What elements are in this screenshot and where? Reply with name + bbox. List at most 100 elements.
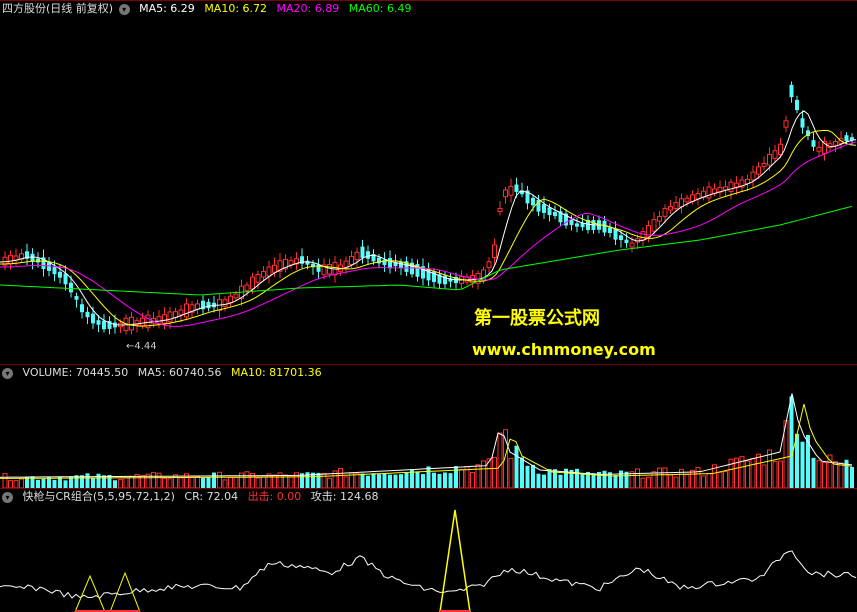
candle-body — [244, 284, 250, 291]
cr-line — [0, 550, 857, 599]
candle-body — [531, 197, 535, 206]
candle-body — [272, 264, 277, 273]
candle-body — [266, 266, 272, 277]
candle-body — [547, 207, 552, 216]
candle-body — [58, 271, 62, 278]
volume-bar — [531, 464, 535, 488]
volume-bar — [261, 476, 266, 488]
volume-bar — [338, 468, 343, 488]
volume-bar — [366, 475, 370, 488]
candle-body — [772, 150, 778, 159]
candle-body — [206, 301, 211, 309]
volume-bar — [448, 473, 453, 488]
volume-bar — [437, 473, 442, 488]
volume-bar — [761, 464, 767, 488]
chuji-label: 出击: 0.00 — [247, 490, 302, 503]
volume-bar — [432, 472, 436, 488]
volume-bar — [415, 471, 420, 488]
candle-body — [102, 320, 106, 330]
candle-body — [750, 171, 756, 181]
volume-bar — [217, 471, 222, 488]
volume-bar — [580, 474, 585, 488]
volume-bar — [673, 476, 679, 488]
candle-body — [486, 261, 492, 268]
candle-body — [63, 273, 68, 285]
candle-body — [366, 251, 370, 259]
candlestick-chart[interactable] — [0, 0, 857, 364]
volume-bar — [690, 469, 695, 488]
volume-bar — [156, 472, 162, 488]
cr-indicator-chart[interactable] — [0, 488, 857, 612]
volume-bar — [619, 470, 623, 488]
volume-bar — [525, 465, 530, 488]
volume-bar — [668, 474, 673, 488]
candle-body — [140, 317, 145, 327]
chevron-down-icon[interactable]: ▾ — [118, 3, 130, 15]
candle-body — [542, 204, 546, 213]
volume-bar — [354, 472, 360, 488]
candle-body — [69, 282, 73, 293]
candle-body — [679, 198, 684, 208]
candle-body — [657, 216, 662, 222]
chevron-down-icon[interactable]: ▾ — [2, 491, 13, 503]
ma5-line — [0, 110, 857, 326]
candle-body — [91, 313, 95, 324]
volume-bar — [767, 449, 772, 488]
volume-bar — [162, 477, 167, 488]
volume-chart[interactable] — [0, 364, 857, 488]
cr-panel[interactable]: ▾ 快枪与CR组合(5,5,95,72,1,2) CR: 72.04 出击: 0… — [0, 488, 857, 612]
ma60-label: MA60: 6.49 — [348, 2, 412, 15]
volume-bar — [102, 475, 106, 488]
candle-body — [767, 153, 772, 166]
volume-header: ▾ VOLUME: 70445.50 MA5: 60740.56 MA10: 8… — [2, 366, 328, 380]
stock-title[interactable]: 四方股份(日线 前复权) — [2, 2, 113, 15]
candle-body — [508, 185, 514, 196]
cr-formula-name[interactable]: 快枪与CR组合(5,5,95,72,1,2) — [23, 490, 175, 503]
volume-bar — [233, 476, 239, 488]
volume-bar — [343, 476, 349, 488]
candle-body — [514, 184, 519, 192]
candle-body — [233, 293, 239, 299]
candle-body — [399, 261, 403, 268]
volume-bar — [63, 480, 68, 488]
volume-bar — [173, 474, 178, 488]
price-header: 四方股份(日线 前复权) ▾ MA5: 6.29 MA10: 6.72 MA20… — [2, 2, 417, 16]
candle-body — [8, 254, 13, 265]
candle-body — [167, 311, 173, 323]
volume-bar — [684, 474, 690, 488]
volume-bar — [822, 462, 827, 488]
cr-value-label: CR: 72.04 — [184, 490, 239, 503]
chevron-down-icon[interactable]: ▾ — [2, 367, 13, 379]
volume-bar — [662, 467, 668, 488]
price-panel[interactable]: 四方股份(日线 前复权) ▾ MA5: 6.29 MA10: 6.72 MA20… — [0, 0, 857, 364]
volume-bar — [701, 475, 706, 488]
candle-body — [503, 189, 508, 198]
candle-body — [629, 242, 635, 248]
candle-body — [695, 192, 701, 200]
candle-body — [288, 260, 294, 266]
volume-bar — [717, 471, 723, 488]
volume-ma10-label: MA10: 81701.36 — [230, 366, 322, 379]
volume-bar — [778, 460, 783, 488]
watermark-title: 第一股票公式网 — [474, 308, 600, 329]
volume-bar — [470, 472, 475, 488]
candle-body — [684, 197, 690, 203]
candle-body — [811, 140, 816, 147]
candle-body — [608, 227, 612, 233]
candle-body — [360, 246, 365, 258]
volume-bar — [255, 477, 261, 488]
volume-bar — [833, 461, 838, 488]
volume-panel[interactable]: ▾ VOLUME: 70445.50 MA5: 60740.56 MA10: 8… — [0, 364, 857, 488]
volume-ma10-line — [0, 403, 853, 479]
candle-body — [228, 295, 233, 304]
candle-body — [575, 223, 579, 227]
volume-bar — [404, 472, 409, 488]
volume-bar — [201, 477, 205, 488]
ma60-line — [0, 205, 853, 296]
volume-bar — [195, 476, 200, 488]
candle-body — [602, 220, 607, 233]
candle-body — [96, 320, 101, 325]
volume-bar — [228, 476, 233, 488]
volume-bar — [542, 474, 546, 488]
volume-bar — [118, 478, 123, 488]
